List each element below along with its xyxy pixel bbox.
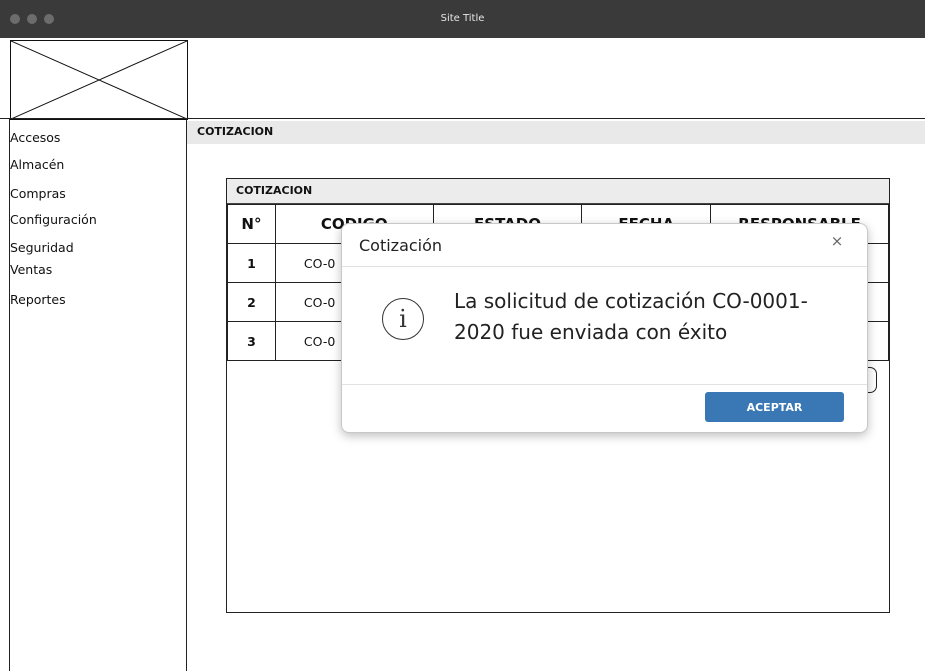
sidebar-item-compras[interactable]: Compras — [10, 186, 66, 201]
row-number: 3 — [227, 321, 276, 361]
window-titlebar: Site Title — [0, 0, 925, 38]
close-icon[interactable]: × — [829, 233, 845, 249]
row-number: 1 — [227, 243, 276, 283]
sidebar-item-accesos[interactable]: Accesos — [10, 130, 60, 145]
info-icon: i — [382, 298, 424, 340]
dialog-message-line: La solicitud de cotización CO-0001- — [454, 289, 808, 313]
accept-button[interactable]: ACEPTAR — [705, 392, 844, 422]
dialog-footer-divider — [342, 384, 867, 385]
section-header-bar — [187, 121, 925, 144]
panel-title: COTIZACION — [236, 184, 313, 197]
sidebar-item-reportes[interactable]: Reportes — [10, 292, 66, 307]
sidebar-divider — [186, 118, 187, 671]
page-title: COTIZACION — [197, 125, 274, 138]
row-number: 2 — [227, 282, 276, 322]
dialog-header-divider — [342, 266, 867, 267]
image-placeholder-icon — [10, 40, 188, 120]
panel-header: COTIZACION — [227, 179, 889, 204]
header-divider — [0, 118, 925, 119]
success-dialog: Cotización × i La solicitud de cotizació… — [341, 223, 868, 433]
sidebar-item-configuracion[interactable]: Configuración — [10, 212, 97, 227]
window-title: Site Title — [440, 13, 485, 24]
sidebar-item-seguridad[interactable]: Seguridad — [10, 240, 74, 255]
dialog-message-line: 2020 fue enviada con éxito — [454, 320, 728, 344]
column-header-num: N° — [227, 204, 276, 244]
sidebar-item-almacen[interactable]: Almacén — [10, 157, 64, 172]
dialog-message: La solicitud de cotización CO-0001- 2020… — [454, 286, 854, 348]
sidebar-item-ventas[interactable]: Ventas — [10, 262, 52, 277]
logo-placeholder — [10, 40, 188, 120]
dialog-title: Cotización — [359, 236, 443, 255]
